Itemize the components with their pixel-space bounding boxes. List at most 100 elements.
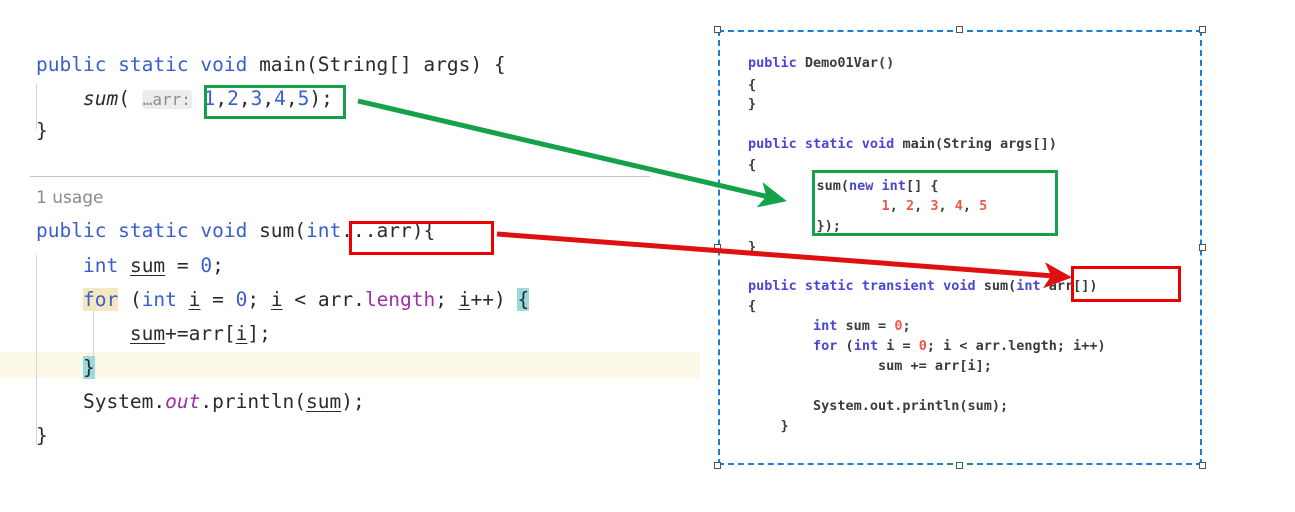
code-token [36,87,83,110]
code-token: } [748,418,789,434]
code-token: ; [247,288,270,311]
code-token: 0 [236,288,248,311]
resize-handle-top-right[interactable] [1199,26,1206,33]
decompiled-code-panel[interactable]: public Demo01Var() { } public static voi… [718,30,1202,465]
red-highlight-box-left [349,221,494,255]
decompiled-line[interactable]: public Demo01Var() [748,55,894,71]
caret-row-highlight [0,352,700,378]
code-token: sum += arr[i]; [748,358,992,374]
code-token: public static void [36,53,259,76]
code-token: sum [83,87,118,110]
code-line[interactable]: public static void main(String[] args) { [36,54,506,76]
code-token [36,288,83,311]
decompiled-line[interactable]: int sum = 0; [748,318,911,334]
code-token: ++) [471,288,518,311]
decompiled-line[interactable]: System.out.println(sum); [748,398,1008,414]
code-token: for [813,338,837,354]
code-token: < arr. [283,288,365,311]
code-token: sum [130,322,165,345]
code-token: int [854,338,878,354]
code-token: public static transient void [748,278,984,294]
green-highlight-box-left [204,85,346,119]
code-token: ( [837,338,853,354]
code-token: …arr: [142,90,192,109]
code-token: ; i < arr.length; i++) [927,338,1106,354]
decompiled-line[interactable]: public static transient void sum(int arr… [748,278,1098,294]
decompiled-line[interactable]: public static void main(String args[]) [748,136,1057,152]
decompiled-line[interactable]: } [748,96,756,112]
resize-handle-middle-left[interactable] [714,244,721,251]
decompiled-line[interactable]: } [748,418,789,434]
code-token: ; [435,288,458,311]
code-line[interactable]: for (int i = 0; i < arr.length; i++) { [36,289,529,311]
code-token: int [83,254,118,277]
decompiled-line[interactable]: { [748,157,756,173]
code-token: .println( [200,390,306,413]
code-token: int [1016,278,1040,294]
decompiled-line[interactable]: { [748,77,756,93]
resize-handle-middle-right[interactable] [1199,244,1206,251]
code-token [192,87,204,110]
code-token: public static void [36,219,259,242]
decompiled-line[interactable]: for (int i = 0; i < arr.length; i++) [748,338,1106,354]
code-token: } [748,239,756,255]
code-token: sum( [984,278,1017,294]
code-token: 0 [919,338,927,354]
code-token: ; [212,254,224,277]
resize-handle-bottom-right[interactable] [1199,462,1206,469]
code-token: ); [341,390,364,413]
code-token: ( [118,288,141,311]
code-token: for [83,288,118,311]
code-token: ( [294,219,306,242]
code-token: public static void [748,136,902,152]
code-token: ; [902,318,910,334]
code-token: int [306,219,341,242]
usage-count-label[interactable]: 1 usage [36,188,104,208]
code-token: System. [36,390,165,413]
code-token: ]; [247,322,270,345]
code-token: Demo01Var() [805,55,894,71]
code-token [118,254,130,277]
code-line[interactable]: } [36,120,48,142]
code-token: System.out.println(sum); [748,398,1008,414]
code-token: } [36,424,48,447]
decompiled-line[interactable]: } [748,239,756,255]
code-token: sum = [837,318,894,334]
decompiled-line[interactable]: { [748,298,756,314]
code-token: ( [118,87,141,110]
code-editor-pane[interactable]: 1 usage public static void main(String[]… [0,0,700,512]
code-token [748,338,813,354]
resize-handle-top-left[interactable] [714,26,721,33]
code-token [36,322,130,345]
code-token: length [365,288,435,311]
red-highlight-box-right [1071,266,1181,302]
code-token: out [165,390,200,413]
code-token: } [748,96,756,112]
code-token: { [517,288,529,311]
code-token: { [748,77,756,93]
resize-handle-bottom-left[interactable] [714,462,721,469]
code-token [36,356,83,379]
code-token: int [142,288,177,311]
code-token: i [189,288,201,311]
resize-handle-top-center[interactable] [956,26,963,33]
code-token: main [259,53,306,76]
code-line[interactable]: sum+=arr[i]; [36,323,271,345]
code-token [177,288,189,311]
code-line[interactable]: System.out.println(sum); [36,391,365,413]
code-token: main(String args[]) [902,136,1056,152]
code-token: { [748,298,756,314]
code-token: i [459,288,471,311]
code-token: +=arr[ [165,322,235,345]
code-token [748,318,813,334]
resize-handle-bottom-center[interactable] [956,462,963,469]
code-token: sum [259,219,294,242]
decompiled-line[interactable]: sum += arr[i]; [748,358,992,374]
code-line[interactable]: } [36,425,48,447]
indent-guide [36,255,37,445]
code-token: = [165,254,200,277]
code-line[interactable]: int sum = 0; [36,255,224,277]
code-line[interactable]: } [36,357,95,379]
code-token: i = [878,338,919,354]
code-token: sum [130,254,165,277]
